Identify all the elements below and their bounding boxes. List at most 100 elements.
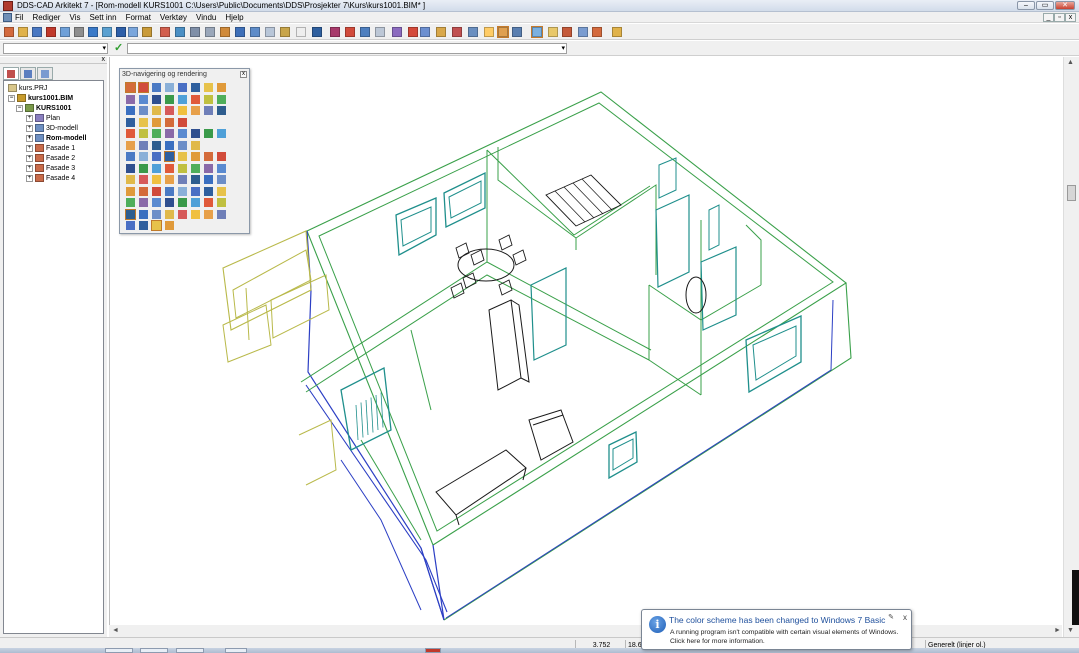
- palette-tool-icon[interactable]: [191, 129, 200, 138]
- palette-tool-icon[interactable]: [191, 94, 200, 104]
- palette-tool-icon[interactable]: [126, 94, 135, 104]
- chevron-down-icon[interactable]: ▾: [102, 44, 106, 53]
- palette-tool-icon[interactable]: [152, 106, 161, 115]
- room-model-3d[interactable]: [110, 57, 1063, 639]
- toolbar-tool-icon[interactable]: [436, 27, 446, 37]
- palette-tool-icon[interactable]: [152, 186, 161, 196]
- toolbar-tool-icon[interactable]: [392, 27, 402, 37]
- menu-item-sett-inn[interactable]: Sett inn: [89, 12, 116, 23]
- palette-tool-icon[interactable]: [165, 106, 174, 115]
- restore-button[interactable]: ▭: [1036, 1, 1054, 10]
- tree-item[interactable]: kurs.PRJ: [8, 84, 47, 94]
- chevron-down-icon[interactable]: ▾: [561, 44, 565, 53]
- tree-item[interactable]: + Plan: [26, 114, 60, 124]
- mdi-close-button[interactable]: x: [1065, 13, 1076, 22]
- palette-tool-icon[interactable]: [204, 106, 213, 115]
- scroll-right-icon[interactable]: ►: [1054, 625, 1061, 637]
- palette-tool-icon[interactable]: [139, 186, 148, 196]
- tree-item[interactable]: + Fasade 3: [26, 164, 75, 174]
- scroll-thumb[interactable]: [1067, 185, 1076, 201]
- palette-tool-icon[interactable]: [126, 221, 135, 230]
- toolbar-tool-icon[interactable]: [250, 27, 260, 37]
- notification-body[interactable]: A running program isn't compatible with …: [670, 628, 906, 646]
- close-icon[interactable]: x: [903, 613, 907, 622]
- menu-item-vindu[interactable]: Vindu: [196, 12, 216, 23]
- palette-tool-icon[interactable]: [191, 152, 200, 161]
- palette-tool-icon[interactable]: [138, 82, 149, 93]
- palette-tool-icon[interactable]: [191, 175, 200, 184]
- expander-icon[interactable]: +: [26, 134, 33, 142]
- palette-tool-icon[interactable]: [139, 163, 148, 173]
- palette-tool-icon[interactable]: [178, 94, 187, 104]
- panel-close-icon[interactable]: x: [102, 56, 106, 63]
- palette-tool-icon[interactable]: [204, 152, 213, 161]
- palette-tool-icon[interactable]: [191, 209, 200, 219]
- palette-tool-icon[interactable]: [165, 117, 174, 127]
- expander-icon[interactable]: −: [8, 94, 15, 102]
- toolbar-tool-icon[interactable]: [531, 26, 543, 38]
- expander-icon[interactable]: +: [26, 124, 33, 132]
- vertical-scrollbar[interactable]: ▲ ▼: [1063, 57, 1079, 639]
- tree-item[interactable]: − KURS1001: [16, 104, 71, 114]
- palette-tool-icon[interactable]: [152, 152, 161, 161]
- palette-tool-icon[interactable]: [152, 83, 161, 92]
- toolbar-tool-icon[interactable]: [468, 27, 478, 37]
- scroll-down-icon[interactable]: ▼: [1067, 627, 1074, 634]
- palette-tool-icon[interactable]: [217, 106, 226, 115]
- palette-tool-icon[interactable]: [126, 117, 135, 127]
- expander-icon[interactable]: +: [26, 164, 33, 172]
- panel-grip[interactable]: x: [0, 56, 107, 64]
- taskbar-button[interactable]: [105, 648, 133, 653]
- model-viewport[interactable]: [109, 57, 1062, 639]
- toolbar-tool-icon[interactable]: [160, 27, 170, 37]
- toolbar-tool-icon[interactable]: [562, 27, 572, 37]
- palette-tool-icon[interactable]: [217, 209, 226, 219]
- toolbar-tool-icon[interactable]: [592, 27, 602, 37]
- menu-item-format[interactable]: Format: [126, 12, 151, 23]
- palette-tool-icon[interactable]: [178, 186, 187, 196]
- palette-tool-icon[interactable]: [126, 163, 135, 173]
- app-icon[interactable]: [3, 1, 13, 11]
- checkmark-icon[interactable]: ✓: [114, 41, 123, 56]
- toolbar-tool-icon[interactable]: [60, 27, 70, 37]
- palette-tool-icon[interactable]: [139, 221, 148, 230]
- toolbar-tool-icon[interactable]: [128, 27, 138, 37]
- palette-tool-icon[interactable]: [139, 117, 148, 127]
- toolbar-tool-icon[interactable]: [360, 27, 370, 37]
- toolbar-tool-icon[interactable]: [312, 27, 322, 37]
- toolbar-tool-icon[interactable]: [220, 27, 230, 37]
- palette-tool-icon[interactable]: [165, 83, 174, 92]
- palette-tool-icon[interactable]: [178, 163, 187, 173]
- palette-tool-icon[interactable]: [152, 94, 161, 104]
- menu-item-vis[interactable]: Vis: [69, 12, 80, 23]
- tab-layers[interactable]: [20, 67, 36, 80]
- palette-tool-icon[interactable]: [165, 221, 174, 230]
- palette-tool-icon[interactable]: [165, 175, 174, 184]
- menu-item-verktøy[interactable]: Verktøy: [160, 12, 187, 23]
- palette-tool-icon[interactable]: [217, 175, 226, 184]
- toolbar-tool-icon[interactable]: [280, 27, 290, 37]
- toolbar-tool-icon[interactable]: [235, 27, 245, 37]
- palette-tool-icon[interactable]: [204, 94, 213, 104]
- palette-tool-icon[interactable]: [152, 129, 161, 138]
- palette-tool-icon[interactable]: [152, 209, 161, 219]
- palette-tool-icon[interactable]: [178, 209, 187, 219]
- scroll-left-icon[interactable]: ◄: [112, 625, 119, 637]
- toolbar-tool-icon[interactable]: [375, 27, 385, 37]
- toolbar-tool-icon[interactable]: [330, 27, 340, 37]
- palette-tool-icon[interactable]: [178, 152, 187, 161]
- toolbar-tool-icon[interactable]: [142, 27, 152, 37]
- tree-item[interactable]: + Fasade 1: [26, 144, 75, 154]
- palette-tool-icon[interactable]: [126, 106, 135, 115]
- palette-tool-icon[interactable]: [178, 129, 187, 138]
- palette-tool-icon[interactable]: [204, 163, 213, 173]
- palette-tool-icon[interactable]: [152, 198, 161, 207]
- palette-tool-icon[interactable]: [139, 175, 148, 184]
- palette-tool-icon[interactable]: [139, 198, 148, 207]
- palette-tool-icon[interactable]: [204, 186, 213, 196]
- palette-tool-icon[interactable]: [217, 163, 226, 173]
- toolbar-tool-icon[interactable]: [497, 26, 509, 38]
- palette-tool-icon[interactable]: [152, 117, 161, 127]
- tab-project[interactable]: [3, 67, 19, 80]
- palette-tool-icon[interactable]: [139, 106, 148, 115]
